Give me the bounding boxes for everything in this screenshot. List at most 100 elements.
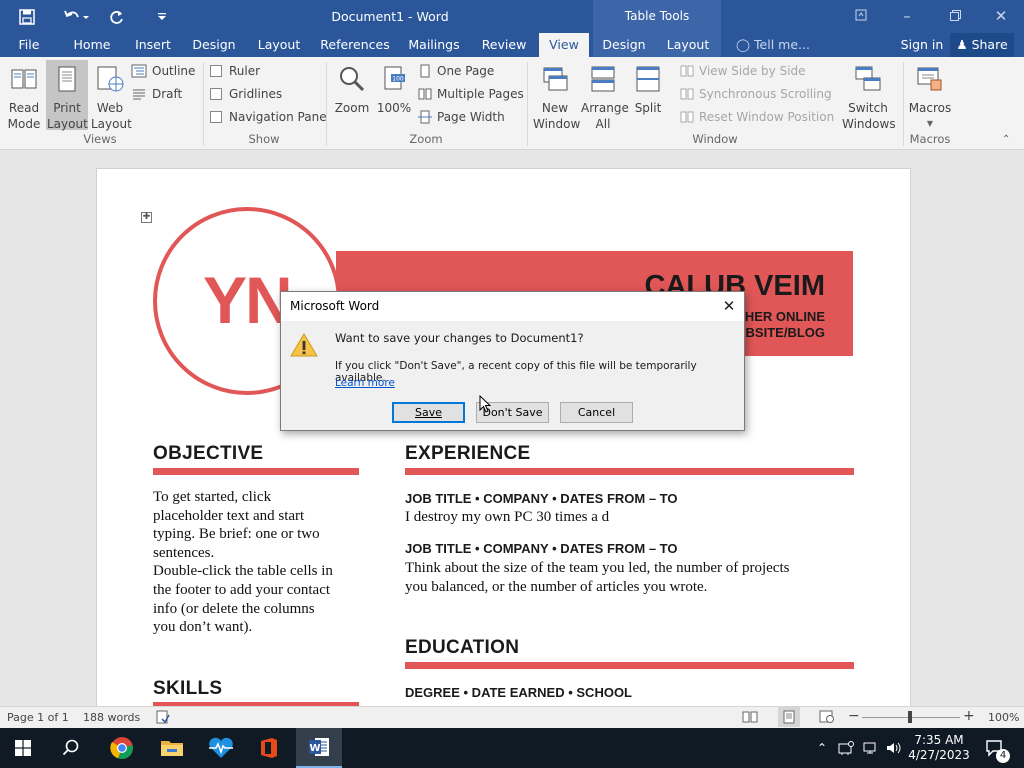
ethernet-icon[interactable] (860, 728, 882, 768)
web-layout-button[interactable]: Web Layout (90, 60, 132, 131)
customize-qat-icon[interactable] (150, 0, 174, 33)
draft-button[interactable]: Draft (131, 84, 182, 104)
tab-references[interactable]: References (320, 33, 390, 57)
outline-button[interactable]: Outline (131, 61, 195, 81)
read-mode-button[interactable]: Read Mode (4, 60, 44, 131)
window-group-label: Window (692, 132, 738, 146)
proofing-icon[interactable] (156, 710, 170, 727)
collapse-ribbon-icon[interactable]: ⌃ (1002, 134, 1010, 145)
show-group-label: Show (248, 132, 280, 146)
book-icon (11, 69, 37, 89)
network-status-icon[interactable] (836, 728, 856, 768)
save-button[interactable]: Save (392, 402, 465, 423)
clock[interactable]: 7:35 AM 4/27/2023 (906, 728, 972, 768)
share-button[interactable]: ♟ Share (950, 33, 1014, 57)
print-layout-button[interactable]: Print Layout (46, 60, 88, 131)
new-window-button[interactable]: New Window (532, 60, 580, 131)
new-window-icon (543, 67, 568, 91)
text-line: you balanced, or the number of articles … (405, 578, 708, 595)
text-line: sentences. (153, 544, 215, 561)
one-page-icon (420, 64, 430, 78)
text-line: the footer to add your contact (153, 581, 331, 598)
synchronous-scrolling-button[interactable]: Synchronous Scrolling (680, 84, 832, 104)
ruler-checkbox[interactable]: Ruler (210, 61, 260, 81)
health-monitor-icon[interactable] (198, 728, 244, 768)
chrome-icon[interactable] (99, 728, 145, 768)
table-move-handle-icon[interactable]: ✚ (141, 212, 152, 223)
group-separator (203, 62, 204, 146)
tab-insert[interactable]: Insert (130, 33, 176, 57)
dialog-close-icon[interactable]: ✕ (717, 295, 741, 317)
chevron-down-icon: ▼ (926, 119, 934, 128)
print-layout-view-icon[interactable] (778, 707, 800, 727)
volume-icon[interactable] (884, 728, 904, 768)
outline-label: Outline (152, 64, 196, 78)
zoom-out-icon[interactable]: − (848, 708, 860, 724)
switch-windows-icon (855, 66, 881, 91)
title-bar: Document1 - Word Table Tools – ✕ (0, 0, 1024, 33)
word-count[interactable]: 188 words (83, 711, 140, 724)
reset-window-position-button[interactable]: Reset Window Position (680, 107, 834, 127)
status-bar: Page 1 of 1 188 words − + 100% (0, 706, 1024, 728)
checkbox-icon (210, 88, 222, 100)
split-icon (636, 66, 660, 92)
cancel-button[interactable]: Cancel (560, 402, 633, 423)
tab-design[interactable]: Design (188, 33, 240, 57)
arrange-all-button[interactable]: Arrange All (580, 60, 629, 131)
gridlines-checkbox[interactable]: Gridlines (210, 84, 282, 104)
clock-time: 7:35 AM (914, 733, 964, 747)
macros-button[interactable]: Macros ▼ (906, 60, 954, 130)
navigation-pane-label: Navigation Pane (229, 110, 327, 124)
split-button[interactable]: Split (628, 60, 668, 120)
office-icon[interactable] (246, 728, 292, 768)
tab-review[interactable]: Review (479, 33, 529, 57)
one-page-button[interactable]: One Page (418, 61, 494, 81)
sign-in-link[interactable]: Sign in (898, 33, 946, 57)
restore-icon[interactable] (932, 0, 978, 33)
zoom-100-button[interactable]: 100 100% (376, 60, 412, 120)
tab-view[interactable]: View (539, 33, 589, 57)
action-center-icon[interactable]: 4 (978, 728, 1012, 768)
tab-mailings[interactable]: Mailings (405, 33, 463, 57)
zoom-button[interactable]: Zoom (332, 60, 372, 120)
minimize-icon[interactable]: – (884, 0, 930, 33)
web-layout-label: Web Layout (91, 101, 132, 131)
tab-table-layout[interactable]: Layout (662, 33, 714, 57)
view-side-by-side-button[interactable]: View Side by Side (680, 61, 806, 81)
tab-file[interactable]: File (8, 33, 50, 57)
print-layout-label: Print Layout (47, 101, 88, 131)
tell-me-search[interactable]: ◯ Tell me... (733, 33, 813, 57)
close-icon[interactable]: ✕ (978, 0, 1024, 33)
tab-table-design[interactable]: Design (598, 33, 650, 57)
outline-icon (131, 64, 147, 78)
page-width-button[interactable]: Page Width (418, 107, 505, 127)
page-count[interactable]: Page 1 of 1 (7, 711, 69, 724)
multiple-pages-button[interactable]: Multiple Pages (418, 84, 524, 104)
navigation-pane-checkbox[interactable]: Navigation Pane (210, 107, 327, 127)
read-mode-view-icon[interactable] (742, 710, 758, 727)
zoom-in-icon[interactable]: + (963, 708, 975, 724)
save-icon[interactable] (10, 0, 44, 33)
file-explorer-icon[interactable] (149, 728, 195, 768)
experience-heading: EXPERIENCE (405, 443, 531, 464)
learn-more-link[interactable]: Learn more (335, 377, 395, 389)
switch-windows-button[interactable]: Switch Windows (838, 60, 898, 131)
redo-icon[interactable] (104, 0, 130, 33)
tray-chevron-icon[interactable]: ⌃ (813, 728, 831, 768)
page-icon (58, 66, 76, 92)
ribbon-display-icon[interactable] (838, 0, 884, 33)
word-taskbar-icon[interactable]: W (296, 728, 342, 768)
tab-layout[interactable]: Layout (253, 33, 305, 57)
text-line: you don’t want). (153, 619, 253, 636)
undo-icon[interactable] (56, 0, 96, 33)
tab-home[interactable]: Home (68, 33, 116, 57)
zoom-slider-thumb[interactable] (908, 711, 912, 723)
arrange-all-icon (591, 66, 615, 92)
search-icon[interactable] (48, 728, 94, 768)
share-label: Share (971, 37, 1008, 52)
zoom-level[interactable]: 100% (988, 711, 1019, 724)
objective-heading: OBJECTIVE (153, 443, 264, 464)
web-layout-view-icon[interactable] (819, 710, 835, 727)
windows-start-icon[interactable] (0, 728, 46, 768)
section-rule (153, 468, 359, 475)
